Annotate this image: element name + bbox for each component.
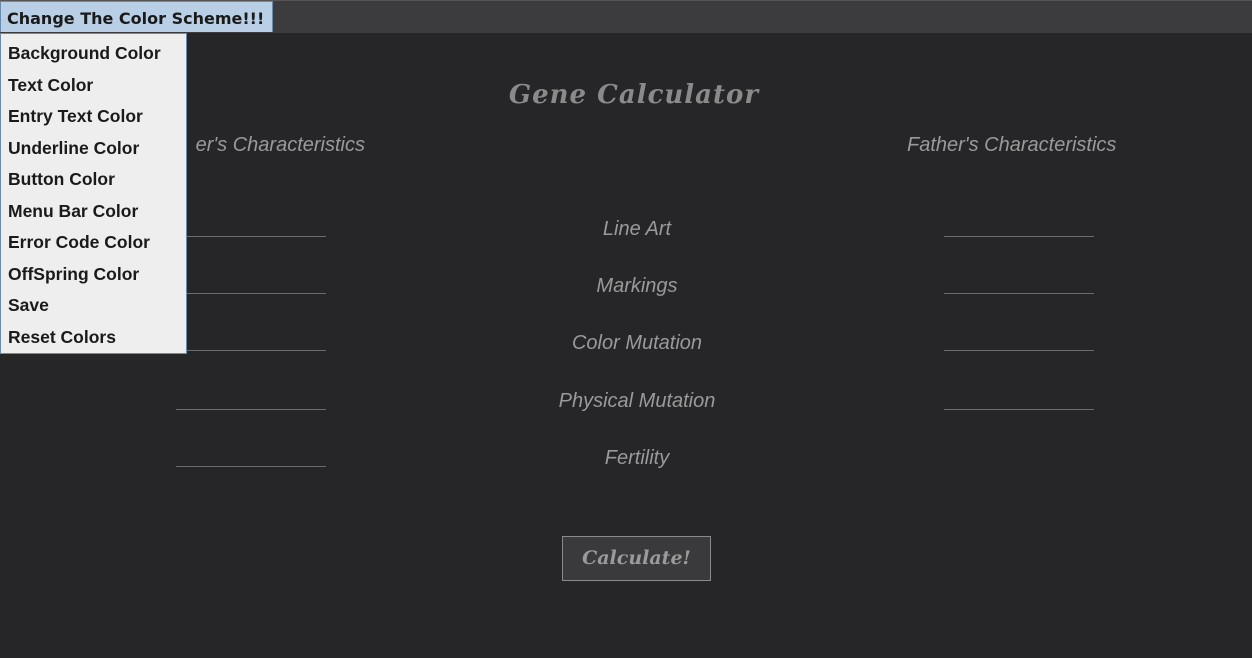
father-color-mutation-entry[interactable] xyxy=(944,331,1094,351)
trait-label-fertility: Fertility xyxy=(604,447,670,469)
father-markings-entry[interactable] xyxy=(944,274,1094,294)
mother-color-mutation-entry[interactable] xyxy=(176,331,326,351)
menu-item-reset-colors[interactable]: Reset Colors xyxy=(1,322,186,354)
app-title: Gene Calculator xyxy=(508,80,760,110)
father-line-art-entry[interactable] xyxy=(944,217,1094,237)
menu-item-offspring-color[interactable]: OffSpring Color xyxy=(1,259,186,291)
menu-item-error-code-color[interactable]: Error Code Color xyxy=(1,227,186,259)
trait-label-line-art: Line Art xyxy=(602,218,672,240)
mother-physical-mutation-entry[interactable] xyxy=(176,390,326,410)
menu-item-button-color[interactable]: Button Color xyxy=(1,164,186,196)
father-physical-mutation-entry[interactable] xyxy=(944,390,1094,410)
menu-item-background-color[interactable]: Background Color xyxy=(1,38,186,70)
mother-line-art-entry[interactable] xyxy=(176,217,326,237)
mother-fertility-entry[interactable] xyxy=(176,447,326,467)
calculate-button[interactable]: Calculate! xyxy=(562,536,711,581)
menu-bar: Change The Color Scheme!!! xyxy=(0,0,1252,33)
trait-label-markings: Markings xyxy=(596,275,678,297)
color-scheme-dropdown: Background Color Text Color Entry Text C… xyxy=(0,33,187,354)
menu-item-underline-color[interactable]: Underline Color xyxy=(1,133,186,165)
mother-markings-entry[interactable] xyxy=(176,274,326,294)
color-scheme-menu[interactable]: Change The Color Scheme!!! xyxy=(0,1,274,32)
trait-label-color-mutation: Color Mutation xyxy=(571,332,703,354)
menu-item-menu-bar-color[interactable]: Menu Bar Color xyxy=(1,196,186,228)
menu-item-entry-text-color[interactable]: Entry Text Color xyxy=(1,101,186,133)
menu-item-save[interactable]: Save xyxy=(1,290,186,322)
mother-characteristics-header: er's Characteristics xyxy=(195,134,365,156)
menu-item-text-color[interactable]: Text Color xyxy=(1,70,186,102)
father-characteristics-header: Father's Characteristics xyxy=(907,134,1117,156)
trait-label-physical-mutation: Physical Mutation xyxy=(558,390,716,412)
